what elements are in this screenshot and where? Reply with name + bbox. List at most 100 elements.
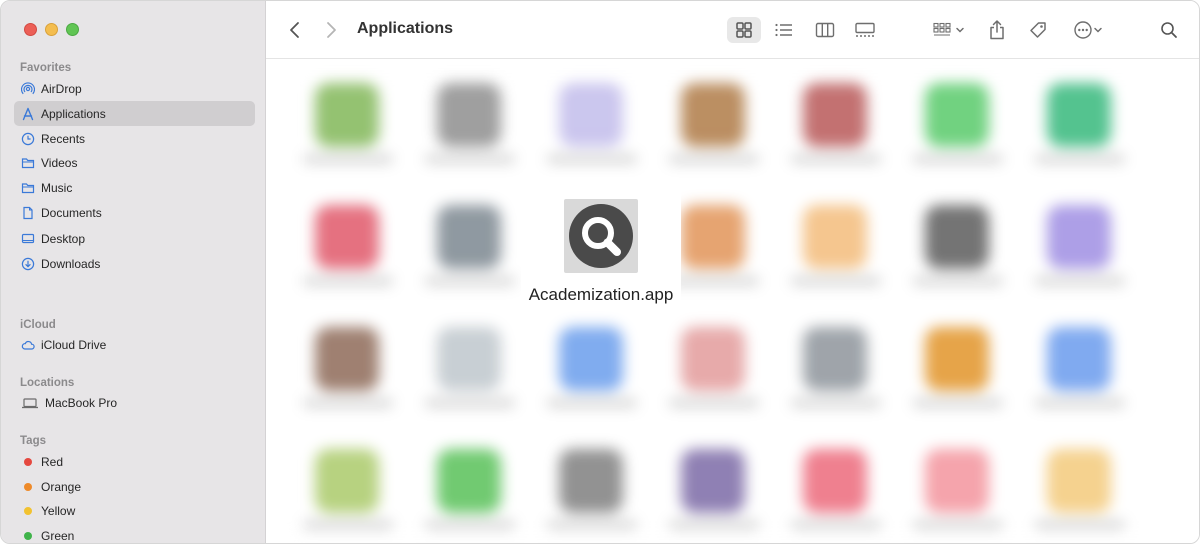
app-icon xyxy=(437,83,501,147)
app-item[interactable] xyxy=(781,435,891,543)
green-tag-dot-icon xyxy=(24,531,32,540)
app-label-placeholder xyxy=(913,521,1003,529)
app-icon xyxy=(681,449,745,513)
app-item[interactable] xyxy=(903,191,1013,301)
sidebar-item-tag-yellow[interactable]: Yellow xyxy=(14,498,255,523)
app-icon xyxy=(559,83,623,147)
document-icon xyxy=(21,206,35,220)
sidebar-item-tag-green[interactable]: Green xyxy=(14,523,255,543)
app-item[interactable] xyxy=(903,313,1013,423)
app-label-placeholder xyxy=(669,399,759,407)
sidebar-item-documents[interactable]: Documents xyxy=(14,200,255,225)
app-item[interactable] xyxy=(781,69,891,179)
app-item[interactable] xyxy=(293,435,403,543)
app-item[interactable] xyxy=(659,69,769,179)
sidebar-item-label: Downloads xyxy=(41,256,101,271)
app-label-placeholder xyxy=(1035,521,1125,529)
sidebar-item-music[interactable]: Music xyxy=(14,175,255,200)
icloud-title: iCloud xyxy=(20,319,56,331)
app-label-placeholder xyxy=(913,399,1003,407)
app-item[interactable] xyxy=(1025,69,1135,179)
app-item[interactable] xyxy=(659,435,769,543)
app-label-placeholder xyxy=(303,155,393,163)
app-item[interactable] xyxy=(293,313,403,423)
app-icon xyxy=(925,327,989,391)
app-item[interactable] xyxy=(1025,435,1135,543)
app-item[interactable] xyxy=(293,69,403,179)
more-actions-button[interactable] xyxy=(1068,17,1108,43)
share-button[interactable] xyxy=(984,17,1010,43)
sidebar-item-label: Videos xyxy=(41,155,78,170)
view-list-button[interactable] xyxy=(768,17,800,43)
app-item[interactable] xyxy=(537,69,647,179)
back-button[interactable] xyxy=(282,17,308,43)
orange-tag-dot-icon xyxy=(24,482,32,491)
app-icon xyxy=(315,449,379,513)
sidebar-item-label: Yellow xyxy=(41,503,76,518)
locations-title: Locations xyxy=(20,377,75,389)
columns-view-icon xyxy=(815,22,835,38)
view-columns-button[interactable] xyxy=(809,17,841,43)
forward-button[interactable] xyxy=(318,17,344,43)
app-item[interactable] xyxy=(415,191,525,301)
app-label-placeholder xyxy=(425,155,515,163)
tag-button[interactable] xyxy=(1024,17,1052,43)
app-item[interactable] xyxy=(1025,191,1135,301)
app-item[interactable] xyxy=(415,69,525,179)
app-item[interactable] xyxy=(781,191,891,301)
app-icon xyxy=(925,205,989,269)
app-item[interactable] xyxy=(781,313,891,423)
sidebar-item-label: Green xyxy=(41,528,75,543)
sidebar-item-label: Documents xyxy=(41,205,102,220)
search-button[interactable] xyxy=(1156,17,1182,43)
app-item[interactable] xyxy=(415,313,525,423)
sidebar-item-recents[interactable]: Recents xyxy=(14,126,255,151)
app-item[interactable] xyxy=(903,435,1013,543)
app-file-name: Academization.app xyxy=(528,285,674,304)
app-label-placeholder xyxy=(913,277,1003,285)
app-icon xyxy=(1047,449,1111,513)
sidebar-item-videos[interactable]: Videos xyxy=(14,150,255,175)
app-icon xyxy=(681,83,745,147)
app-item[interactable] xyxy=(659,313,769,423)
app-item[interactable] xyxy=(1025,313,1135,423)
group-by-button[interactable] xyxy=(928,17,970,43)
sidebar-item-tag-red[interactable]: Red xyxy=(14,449,255,474)
app-icon xyxy=(315,327,379,391)
view-gallery-button[interactable] xyxy=(848,17,882,43)
app-item[interactable] xyxy=(537,435,647,543)
sidebar-item-label: AirDrop xyxy=(41,81,82,96)
sidebar-item-tag-orange[interactable]: Orange xyxy=(14,474,255,499)
app-item[interactable] xyxy=(537,313,647,423)
zoom-button[interactable] xyxy=(66,23,79,36)
sidebar-item-downloads[interactable]: Downloads xyxy=(14,251,255,276)
sidebar-item-airdrop[interactable]: AirDrop xyxy=(14,76,255,101)
app-item[interactable] xyxy=(415,435,525,543)
app-icon xyxy=(803,449,867,513)
app-item[interactable] xyxy=(903,69,1013,179)
sidebar-item-label: Applications xyxy=(41,106,106,121)
app-label-placeholder xyxy=(547,521,637,529)
view-icons-button[interactable] xyxy=(727,17,761,43)
close-button[interactable] xyxy=(24,23,37,36)
sidebar-item-label: Music xyxy=(41,180,73,195)
sidebar-item-macbook-pro[interactable]: MacBook Pro xyxy=(14,390,255,415)
app-label-placeholder xyxy=(303,277,393,285)
focused-app-item[interactable]: Academization.app xyxy=(521,177,681,307)
search-magnifier-icon xyxy=(569,204,633,268)
app-icon xyxy=(1047,205,1111,269)
app-item[interactable] xyxy=(293,191,403,301)
chevron-left-icon xyxy=(290,22,299,38)
sidebar-item-desktop[interactable]: Desktop xyxy=(14,226,255,251)
minimize-button[interactable] xyxy=(45,23,58,36)
gallery-view-icon xyxy=(855,22,875,37)
app-icon xyxy=(559,327,623,391)
app-icon xyxy=(803,83,867,147)
app-icon xyxy=(437,205,501,269)
app-label-placeholder xyxy=(669,277,759,285)
sidebar-item-applications[interactable]: Applications xyxy=(14,101,255,126)
app-icon xyxy=(803,327,867,391)
search-icon xyxy=(1161,22,1177,38)
sidebar-item-icloud-drive[interactable]: iCloud Drive xyxy=(14,332,255,357)
app-label-placeholder xyxy=(425,521,515,529)
